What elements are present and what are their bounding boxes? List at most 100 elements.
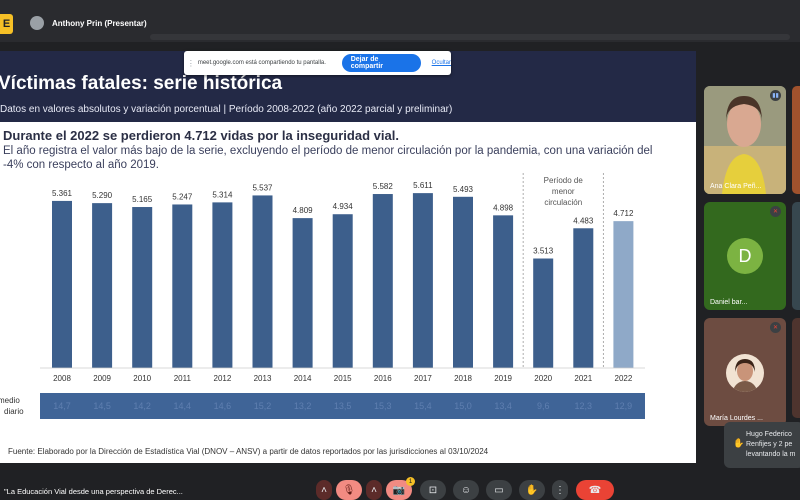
leave-call-button[interactable]: ☎ <box>576 480 614 500</box>
daily-average-value-2015: 13,5 <box>334 401 352 411</box>
bar-value-label-2015: 4.934 <box>333 202 354 211</box>
daily-average-value-2018: 15,0 <box>454 401 472 411</box>
daily-average-value-2021: 12,3 <box>575 401 593 411</box>
daily-average-row-label: medio diario <box>0 396 24 416</box>
present-screen-button[interactable]: ⊡ <box>420 480 446 500</box>
camera-options-chevron-icon[interactable]: ˄ <box>366 480 382 500</box>
mic-off-icon: ✕ <box>770 322 781 333</box>
daily-average-value-2008: 14,7 <box>53 401 71 411</box>
bar-value-label-2011: 5.247 <box>172 192 193 201</box>
presenter-name: Anthony Prin (Presentar) <box>52 18 147 28</box>
x-tick-label-2015: 2015 <box>334 374 352 383</box>
slide-description: El año registra el valor más bajo de la … <box>3 145 653 171</box>
x-tick-label-2014: 2014 <box>294 374 312 383</box>
bar-2021 <box>573 228 594 368</box>
toast-line: Renfijes y 2 pe <box>746 441 793 448</box>
partial-participant-tile[interactable] <box>792 86 800 194</box>
daily-average-value-2016: 15,3 <box>374 401 392 411</box>
x-tick-label-2010: 2010 <box>133 374 151 383</box>
x-tick-label-2012: 2012 <box>214 374 232 383</box>
bar-value-label-2021: 4.483 <box>573 216 594 225</box>
bar-2009 <box>92 203 113 368</box>
drag-handle-icon[interactable]: ⋮ <box>186 59 196 68</box>
participant-tile[interactable]: ✕ María Lourdes ... <box>704 318 786 426</box>
slide-title: Víctimas fatales: serie histórica <box>0 73 283 94</box>
daily-average-value-2009: 14,5 <box>93 401 111 411</box>
bar-value-label-2017: 5.611 <box>413 181 433 190</box>
bar-2010 <box>132 207 153 368</box>
mic-off-button[interactable]: 🎙 <box>336 480 362 500</box>
bar-value-label-2014: 4.809 <box>293 206 314 215</box>
bar-value-label-2018: 5.493 <box>453 185 474 194</box>
participant-avatar <box>726 354 764 392</box>
x-tick-label-2019: 2019 <box>494 374 512 383</box>
more-options-icon[interactable]: ⋮ <box>552 480 568 500</box>
filmstrip-track <box>150 34 790 40</box>
stop-sharing-button[interactable]: Dejar de compartir <box>341 54 421 72</box>
bar-2014 <box>292 218 313 368</box>
participant-video <box>704 86 786 194</box>
bar-2008 <box>52 200 72 368</box>
bar-value-label-2009: 5.290 <box>92 191 113 200</box>
participant-tile[interactable]: ▮▮ Ana Clara Peñ... <box>704 86 786 194</box>
bar-2015 <box>332 214 353 368</box>
raised-hand-icon: ✋ <box>733 438 745 448</box>
daily-average-value-2011: 14,4 <box>174 401 192 411</box>
fatalities-bar-chart: Período de menor circulación 5.361 2008 5.290… <box>0 173 645 419</box>
bar-2012 <box>212 202 233 368</box>
participant-name: Ana Clara Peñ... <box>710 183 762 190</box>
bar-2011 <box>172 204 193 368</box>
partial-participant-tile[interactable] <box>792 318 800 418</box>
bar-value-label-2020: 3.513 <box>533 247 554 256</box>
x-tick-label-2011: 2011 <box>174 374 192 383</box>
partial-participant-tile[interactable] <box>792 202 800 310</box>
shared-screen-slide: Víctimas fatales: serie histórica Datos … <box>0 51 696 463</box>
participant-name: María Lourdes ... <box>710 415 763 422</box>
raise-hand-button[interactable]: ✋ <box>519 480 545 500</box>
mic-options-chevron-icon[interactable]: ˄ <box>316 480 332 500</box>
participant-tile[interactable]: D ✕ Daniel bar... <box>704 202 786 310</box>
camera-off-button[interactable]: 📷 1 <box>386 477 415 500</box>
speaking-indicator-icon: ▮▮ <box>770 90 781 101</box>
bar-value-label-2008: 5.361 <box>52 189 73 198</box>
bar-2022 <box>613 221 634 368</box>
participant-name: Daniel bar... <box>710 299 748 306</box>
presenter-indicator[interactable]: Anthony Prin (Presentar) <box>24 12 153 34</box>
slide-subtitle: Datos en valores absolutos y variación p… <box>0 104 453 115</box>
bottom-control-bar: "La Educación Vial desde una perspectiva… <box>0 470 800 500</box>
annotation-label: Período de menor circulación <box>544 176 584 207</box>
app-badge[interactable]: E <box>0 14 13 34</box>
reactions-emoji-icon[interactable]: ☺ <box>453 480 479 500</box>
mic-off-icon: ✕ <box>770 206 781 217</box>
daily-average-value-2017: 15,4 <box>414 401 432 411</box>
x-tick-label-2017: 2017 <box>414 374 432 383</box>
bar-2017 <box>412 193 433 368</box>
bar-2019 <box>493 215 514 368</box>
raised-hand-notification[interactable]: ✋ Hugo Federico Renfijes y 2 pe levantan… <box>724 422 800 468</box>
x-tick-label-2018: 2018 <box>454 374 472 383</box>
x-tick-label-2013: 2013 <box>254 374 272 383</box>
notification-badge: 1 <box>406 477 415 486</box>
bar-value-label-2019: 4.898 <box>493 203 514 212</box>
x-tick-label-2016: 2016 <box>374 374 392 383</box>
captions-button[interactable]: ▭ <box>486 480 512 500</box>
daily-average-value-2012: 14,6 <box>214 401 232 411</box>
toast-line: Hugo Federico <box>746 431 792 438</box>
x-tick-label-2021: 2021 <box>574 374 592 383</box>
bar-2020 <box>533 258 554 368</box>
x-tick-label-2009: 2009 <box>93 374 111 383</box>
daily-average-value-2020: 9,6 <box>537 401 550 411</box>
bar-2013 <box>252 195 273 368</box>
participant-avatar: D <box>727 238 763 274</box>
slide-footer-source: Fuente: Elaborado por la Dirección de Es… <box>8 447 489 456</box>
top-bar: E Anthony Prin (Presentar) <box>0 0 800 42</box>
daily-average-value-2019: 13,4 <box>494 401 512 411</box>
daily-average-value-2014: 13,2 <box>294 401 312 411</box>
presenter-avatar <box>30 16 44 30</box>
bar-2016 <box>372 194 393 368</box>
bar-2018 <box>453 196 473 368</box>
bar-value-label-2012: 5.314 <box>212 190 233 199</box>
bar-value-label-2022: 4.712 <box>613 209 634 218</box>
hide-banner-link[interactable]: Ocultar <box>432 60 451 66</box>
daily-average-value-2010: 14,2 <box>133 401 151 411</box>
